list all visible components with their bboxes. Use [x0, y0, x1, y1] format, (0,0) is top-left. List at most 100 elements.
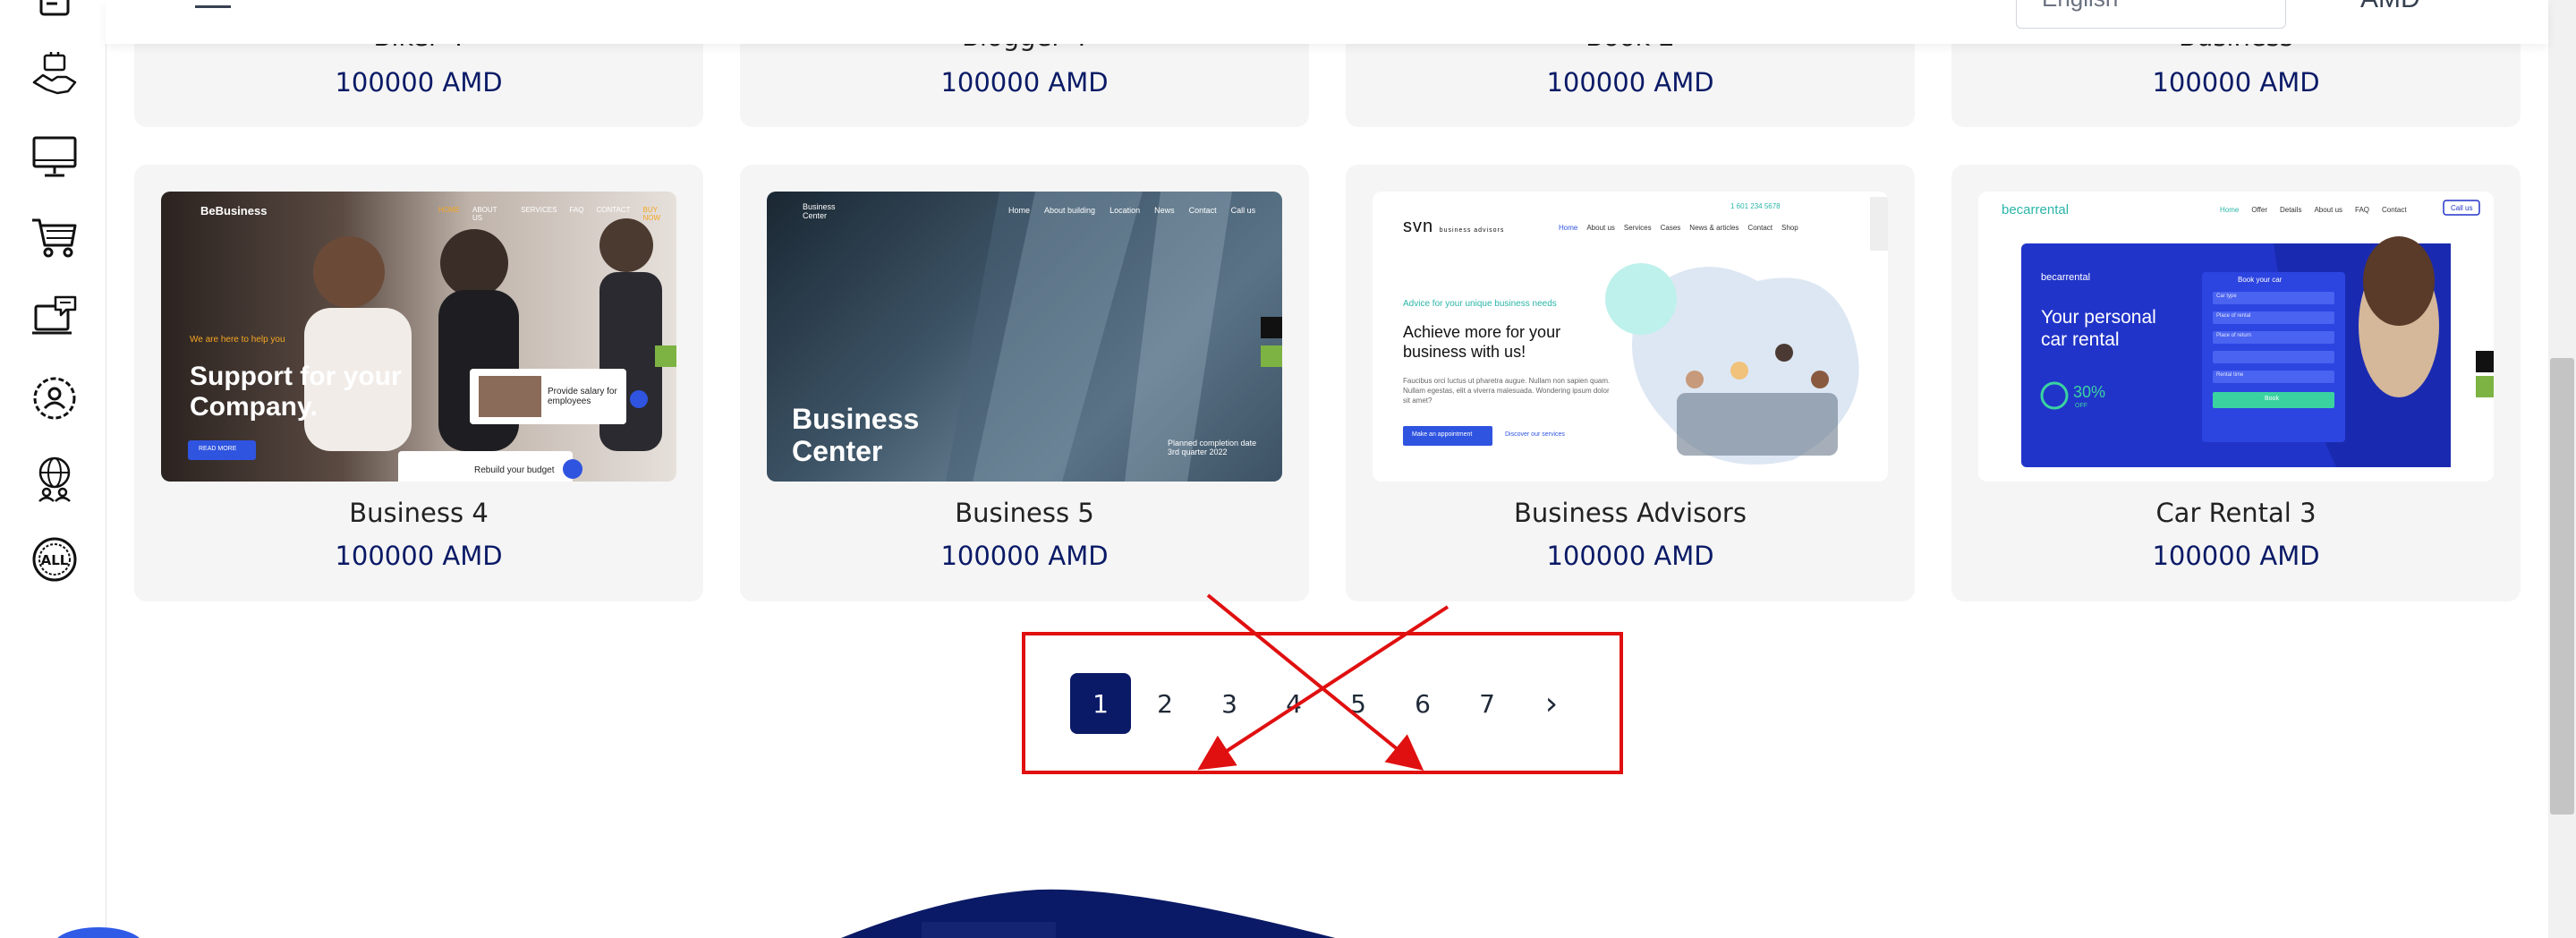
- preview-nav-item: Contact: [2382, 206, 2407, 214]
- preview-phone: 1 601 234 5678: [1730, 202, 1781, 210]
- preview-nav-item: Contact: [1188, 206, 1217, 215]
- page-button-5[interactable]: 5: [1328, 673, 1389, 734]
- page-button-3[interactable]: 3: [1199, 673, 1260, 734]
- page-button-4[interactable]: 4: [1263, 673, 1324, 734]
- handshake-briefcase-icon[interactable]: [30, 52, 79, 100]
- scrollbar-thumb[interactable]: [2550, 358, 2574, 814]
- preview-note: Planned completion date 3rd quarter 2022: [1168, 439, 1257, 456]
- preview-button: READ MORE: [199, 446, 237, 452]
- preview-nav-item: Home: [2220, 206, 2240, 214]
- preview-brand-name: svn: [1403, 217, 1434, 236]
- preview-badge: Rebuild your budget: [474, 465, 555, 475]
- card-title: Car Rental 3: [2155, 498, 2317, 528]
- preview-nav-item: About us: [1586, 224, 1615, 232]
- card-price: 100000 AMD: [2152, 67, 2320, 98]
- pagination: 1 2 3 4 5 6 7 ›: [1070, 673, 1586, 734]
- shopping-cart-icon[interactable]: [30, 213, 79, 261]
- preview-nav: Home About building Location News Contac…: [1008, 206, 1255, 215]
- preview-headline: Achieve more for your business with us!: [1403, 323, 1561, 361]
- preview-call: Call us: [2451, 204, 2473, 212]
- card-title: Business 5: [955, 498, 1094, 528]
- language-select-value: English: [2042, 0, 2118, 13]
- preview-nav: Home About us Services Cases News & arti…: [1559, 224, 1798, 232]
- preview-nav-item: Shop: [1781, 224, 1798, 232]
- preview-brand-sub: business advisors: [1439, 227, 1505, 234]
- top-header: English AMD: [106, 0, 2548, 44]
- page-button-7[interactable]: 7: [1457, 673, 1518, 734]
- preview-nav-item: ABOUT US: [472, 206, 497, 222]
- preview-nav-item: About us: [2314, 206, 2343, 214]
- preview-nav-item: SERVICES: [521, 206, 557, 214]
- preview-nav-item: Services: [1623, 224, 1652, 232]
- preview-nav: Home Offer Details About us FAQ Contact: [2220, 206, 2407, 214]
- page: English AMD ALL Biker 4 1000: [0, 0, 2576, 938]
- preview-nav-item: Call us: [1230, 206, 1256, 215]
- preview-brand: svn business advisors: [1403, 217, 1504, 237]
- card-price: 100000 AMD: [1546, 541, 1714, 571]
- currency-label[interactable]: AMD: [2360, 0, 2420, 14]
- preview-nav-item: About building: [1044, 206, 1096, 215]
- page-button-1[interactable]: 1: [1070, 673, 1131, 734]
- next-page-icon[interactable]: ›: [1521, 673, 1582, 734]
- card-price: 100000 AMD: [940, 67, 1109, 98]
- language-select[interactable]: English: [2016, 0, 2286, 29]
- card-price: 100000 AMD: [335, 67, 503, 98]
- card-title: Business 4: [349, 498, 489, 528]
- preview-nav-item: FAQ: [569, 206, 584, 214]
- preview-tagline: We are here to help you: [190, 335, 285, 345]
- globe-user-icon[interactable]: [30, 455, 79, 503]
- template-card-car-rental-3[interactable]: becarrental Home Offer Details About us …: [1951, 165, 2521, 601]
- template-preview-image[interactable]: becarrental Home Offer Details About us …: [1978, 192, 2494, 482]
- template-preview-image[interactable]: Business Center Home About building Loca…: [767, 192, 1282, 482]
- preview-brand: Business Center: [803, 202, 836, 220]
- card-price: 100000 AMD: [940, 541, 1109, 571]
- preview-discount-sub: OFF: [2075, 403, 2087, 409]
- card-price: 100000 AMD: [1546, 67, 1714, 98]
- preview-brand: BeBusiness: [200, 204, 268, 217]
- document-icon[interactable]: [30, 0, 79, 30]
- user-circle-icon[interactable]: [30, 374, 79, 422]
- all-icon-label: ALL: [41, 552, 69, 568]
- template-preview-image[interactable]: BeBusiness HOME ABOUT US SERVICES FAQ CO…: [161, 192, 676, 482]
- preview-brand: becarrental: [2002, 202, 2070, 217]
- laptop-chat-icon[interactable]: [30, 294, 79, 342]
- preview-nav-item: News & articles: [1689, 224, 1739, 232]
- menu-icon[interactable]: [195, 0, 231, 8]
- sidebar: ALL: [0, 0, 106, 938]
- monitor-icon[interactable]: [30, 132, 79, 181]
- preview-form-field: Rental time: [2216, 372, 2244, 378]
- preview-nav-item: CONTACT: [596, 206, 631, 214]
- preview-nav-item: Home: [1559, 224, 1578, 232]
- page-button-6[interactable]: 6: [1392, 673, 1453, 734]
- preview-headline: Support for your Company.: [190, 362, 402, 422]
- preview-body: Faucibus orci luctus ut pharetra augue. …: [1403, 377, 1611, 405]
- preview-form-button: Book: [2265, 396, 2279, 402]
- preview-eyebrow: Advice for your unique business needs: [1403, 299, 1557, 309]
- template-card-business-advisors[interactable]: svn business advisors 1 601 234 5678 Hom…: [1346, 165, 1915, 601]
- preview-mini-brand: becarrental: [2041, 272, 2091, 283]
- template-card-business-4[interactable]: BeBusiness HOME ABOUT US SERVICES FAQ CO…: [134, 165, 703, 601]
- preview-nav-item: Location: [1109, 206, 1141, 215]
- preview-form-field: Place of return: [2216, 333, 2252, 338]
- preview-nav-item: BUY NOW: [642, 206, 661, 222]
- card-price: 100000 AMD: [2152, 541, 2320, 571]
- card-price: 100000 AMD: [335, 541, 503, 571]
- preview-nav-item: HOME: [438, 206, 460, 214]
- preview-button: Make an appointment: [1412, 431, 1473, 438]
- page-button-2[interactable]: 2: [1135, 673, 1195, 734]
- preview-nav-item: FAQ: [2355, 206, 2370, 214]
- preview-discount: 30%: [2073, 383, 2106, 401]
- card-title: Business Advisors: [1514, 498, 1747, 528]
- preview-badge: Provide salary for employees: [548, 387, 617, 406]
- preview-nav-item: Home: [1008, 206, 1031, 215]
- template-preview-image[interactable]: svn business advisors 1 601 234 5678 Hom…: [1373, 192, 1888, 482]
- preview-form-field: Car type: [2216, 294, 2237, 299]
- preview-nav-item: News: [1154, 206, 1175, 215]
- template-card-business-5[interactable]: Business Center Home About building Loca…: [740, 165, 1309, 601]
- all-icon[interactable]: ALL: [30, 535, 79, 584]
- preview-nav-item: Cases: [1660, 224, 1681, 232]
- preview-form-field: Place of rental: [2216, 313, 2251, 319]
- preview-link: Discover our services: [1505, 431, 1565, 438]
- preview-headline: Your personal car rental: [2041, 307, 2156, 350]
- preview-nav-item: Details: [2279, 206, 2302, 214]
